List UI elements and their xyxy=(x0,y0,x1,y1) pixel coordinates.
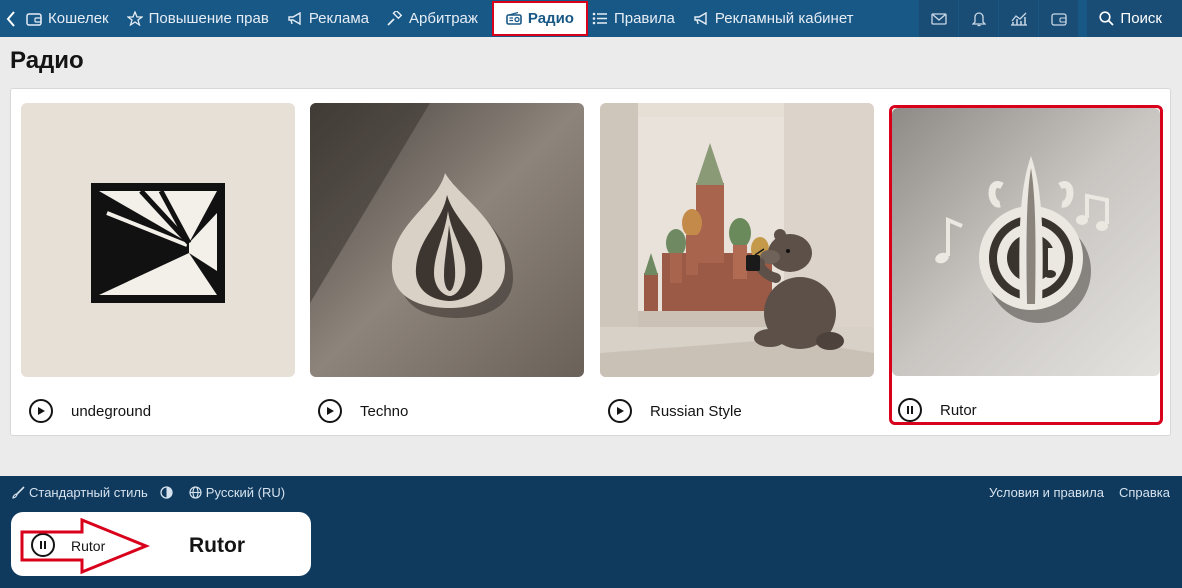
nav-item-ad-cabinet[interactable]: Рекламный кабинет xyxy=(689,0,868,37)
brush-icon xyxy=(12,486,25,499)
play-button[interactable] xyxy=(318,399,342,423)
nav-item-rules[interactable]: Правила xyxy=(588,0,689,37)
nav-item-label: Рекламный кабинет xyxy=(714,10,854,27)
station-label: undeground xyxy=(71,402,152,420)
station-label: Rutor xyxy=(940,401,977,419)
wallet-icon[interactable] xyxy=(1038,0,1079,37)
nav-item-wallet[interactable]: Кошелек xyxy=(22,0,123,37)
station-card-russian-style[interactable]: Russian Style xyxy=(600,103,874,423)
mail-icon[interactable] xyxy=(918,0,959,37)
station-art-music-onion[interactable] xyxy=(892,108,1160,376)
chevron-left-icon[interactable] xyxy=(0,0,22,37)
top-navigation: Кошелек Повышение прав Реклама Арбитраж … xyxy=(0,0,1182,37)
station-card-undeground[interactable]: undeground xyxy=(21,103,295,423)
station-controls: Rutor xyxy=(898,398,977,422)
play-icon xyxy=(327,407,334,415)
nav-item-ads[interactable]: Реклама xyxy=(283,0,383,37)
star-icon xyxy=(126,11,143,26)
terms-link[interactable]: Условия и правила xyxy=(989,485,1104,500)
bell-icon[interactable] xyxy=(958,0,999,37)
stations-panel: undeground Techno Russian Style Rutor xyxy=(10,88,1171,436)
globe-icon xyxy=(189,486,202,499)
station-controls: Russian Style xyxy=(608,399,742,423)
footer-right: Условия и правила Справка xyxy=(974,485,1170,500)
station-art-kremlin-bear[interactable] xyxy=(600,103,874,377)
list-icon xyxy=(592,12,607,25)
language-label: Русский (RU) xyxy=(205,485,286,500)
megaphone-icon xyxy=(694,11,707,25)
play-icon xyxy=(617,407,624,415)
station-art-onion[interactable] xyxy=(310,103,584,377)
nav-item-label: Правила xyxy=(613,10,675,27)
station-card-rutor[interactable]: Rutor xyxy=(889,105,1163,425)
search-icon xyxy=(1099,11,1115,26)
theme-toggle[interactable] xyxy=(160,486,177,499)
nav-right-group: Поиск xyxy=(918,0,1182,37)
player-title: Rutor xyxy=(189,534,245,557)
station-label: Techno xyxy=(360,402,409,420)
nav-item-arbitration[interactable]: Арбитраж xyxy=(383,0,492,37)
nav-item-label: Реклама xyxy=(308,10,369,27)
help-link[interactable]: Справка xyxy=(1119,485,1170,500)
arrow-icon xyxy=(20,518,150,574)
nav-item-label: Радио xyxy=(527,10,574,27)
gavel-icon xyxy=(387,11,403,26)
station-label: Russian Style xyxy=(650,402,742,420)
play-button[interactable] xyxy=(29,399,53,423)
pause-icon xyxy=(907,406,913,414)
style-label: Стандартный стиль xyxy=(29,485,148,500)
station-card-techno[interactable]: Techno xyxy=(310,103,584,423)
nav-item-promotion[interactable]: Повышение прав xyxy=(123,0,283,37)
station-controls: undeground xyxy=(29,399,151,423)
station-controls: Techno xyxy=(318,399,408,423)
contrast-icon xyxy=(160,486,173,499)
style-chooser[interactable]: Стандартный стиль xyxy=(12,485,148,500)
nav-item-label: Кошелек xyxy=(48,10,109,27)
search-label: Поиск xyxy=(1120,10,1162,27)
nav-item-radio[interactable]: Радио xyxy=(491,1,588,36)
chart-icon[interactable] xyxy=(998,0,1039,37)
megaphone-icon xyxy=(288,11,301,25)
wallet-icon xyxy=(26,12,42,26)
nav-item-label: Повышение прав xyxy=(148,10,269,27)
play-button[interactable] xyxy=(608,399,632,423)
radio-icon xyxy=(506,12,522,25)
nav-item-label: Арбитраж xyxy=(409,10,478,27)
page-title: Радио xyxy=(10,47,84,74)
station-art-tunnel[interactable] xyxy=(21,103,295,377)
play-icon xyxy=(38,407,45,415)
footer-left: Стандартный стиль Русский (RU) xyxy=(12,485,297,500)
language-chooser[interactable]: Русский (RU) xyxy=(189,485,285,500)
pause-button[interactable] xyxy=(898,398,922,422)
search-button[interactable]: Поиск xyxy=(1086,0,1182,37)
